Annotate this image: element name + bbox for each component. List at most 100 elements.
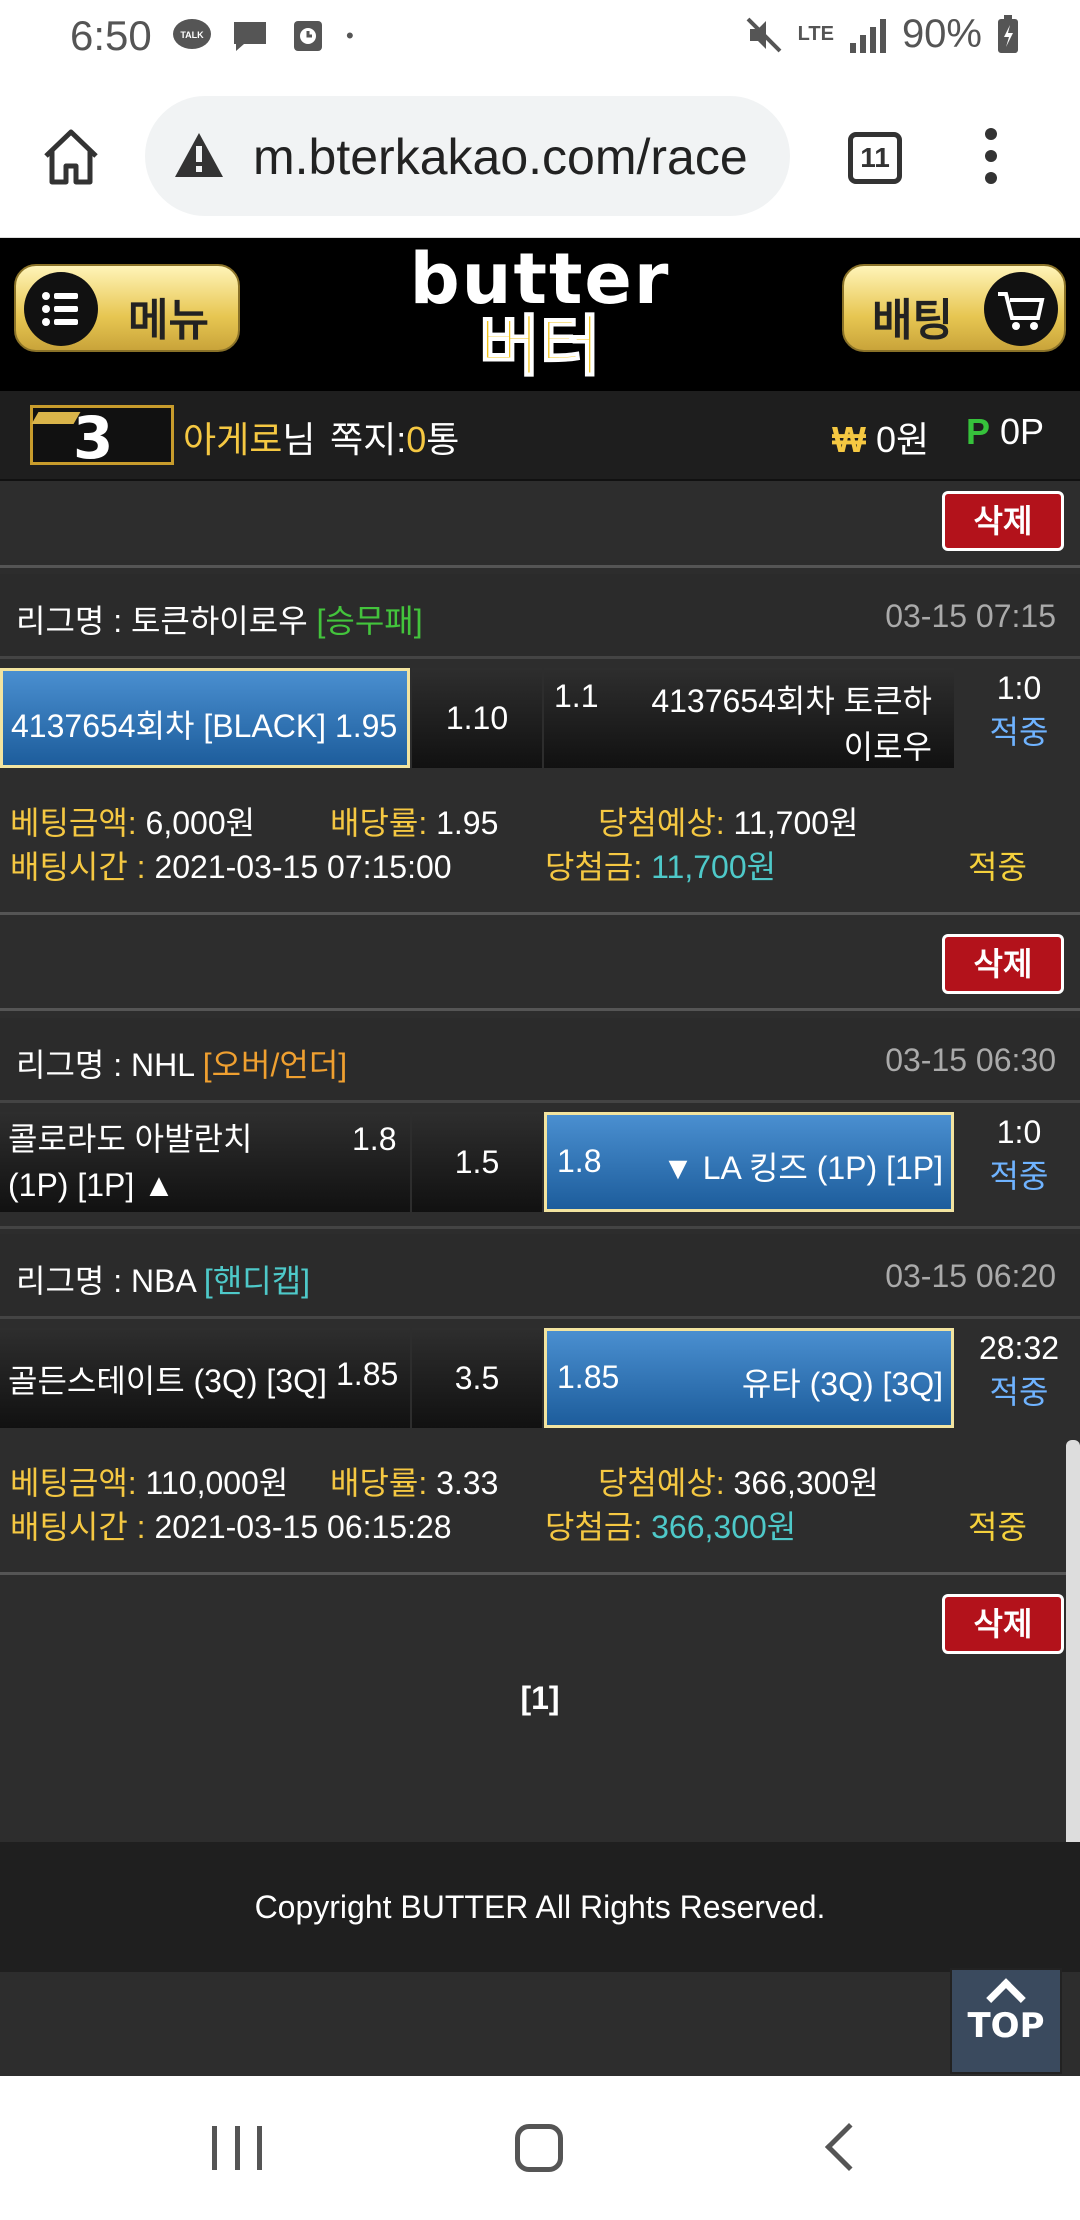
android-nav-bar	[0, 2076, 1080, 2220]
home-odds: 1.85	[336, 1356, 399, 1392]
browser-toolbar: m.bterkakao.com/race 11	[0, 78, 1080, 238]
system-indicators: LTE 90%	[744, 12, 1020, 57]
away-pick: 1.8 ▼ LA 킹즈 (1P) [1P]	[544, 1112, 954, 1212]
talk-icon: TALK	[173, 19, 211, 49]
league-name: 리그명 : NBA	[16, 1263, 196, 1299]
game-row: 4137654회차 [BLACK] 1.95 1.10 1.1 4137654회…	[0, 664, 1080, 772]
bet-type: [승무패]	[316, 603, 423, 639]
level-badge: 3	[30, 404, 174, 472]
status-time: 6:50	[70, 12, 152, 59]
site-logo[interactable]: butter 버터	[405, 244, 675, 383]
expected-value: 11,700원	[733, 805, 859, 841]
signal-icon	[849, 18, 886, 53]
bet-label: 배팅	[872, 296, 953, 345]
bet-summary: 베팅금액: 110,000원 배당률: 3.33 당첨예상: 366,300원 …	[0, 1450, 1080, 1580]
dot-icon: •	[346, 23, 354, 48]
bet-header: 삭제	[0, 483, 1080, 565]
away-pick: 1.1 4137654회차 토큰하이로우	[544, 668, 954, 768]
memo-label: 쪽지:	[330, 419, 407, 460]
bet-status: 적중	[968, 849, 1027, 885]
away-team: ▼ LA 킹즈 (1P) [1P]	[662, 1150, 943, 1186]
more-options-icon[interactable]	[985, 128, 999, 188]
result-status: 적중	[989, 1158, 1049, 1194]
clock-app-icon	[294, 21, 322, 51]
bet-type: [핸디캡]	[203, 1263, 311, 1299]
user-info-bar: 3 아게로님 쪽지:0통 ₩ 0원 P 0P	[0, 391, 1080, 481]
battery-icon	[998, 14, 1018, 53]
talk-icon-text: TALK	[180, 30, 204, 40]
win-label: 당첨금:	[545, 1509, 643, 1545]
money-value: 0원	[876, 419, 930, 460]
league-header: 리그명 : NHL [오버/언더] 03-15 06:30	[0, 1018, 1080, 1100]
money-balance: ₩ 0원	[832, 411, 929, 463]
recent-apps-icon[interactable]	[212, 2126, 262, 2170]
betting-cart-button[interactable]: 배팅	[842, 264, 1066, 352]
delete-button[interactable]: 삭제	[942, 1594, 1064, 1654]
home-team: 콜로라도 아발란치 (1P) [1P] ▲	[8, 1121, 253, 1203]
amount-label: 베팅금액:	[10, 805, 137, 841]
scrollbar[interactable]	[1066, 1440, 1080, 1860]
cart-icon	[984, 272, 1058, 346]
rate-label: 배당률:	[330, 1465, 428, 1501]
handicap-value: 1.5	[412, 1112, 542, 1212]
expected-value: 366,300원	[733, 1465, 879, 1501]
away-odds: 1.8	[557, 1143, 602, 1179]
rate-label: 배당률:	[330, 805, 428, 841]
mute-icon	[746, 17, 782, 52]
home-icon[interactable]	[515, 2124, 563, 2172]
delete-button[interactable]: 삭제	[942, 491, 1064, 551]
result-status: 적중	[989, 714, 1049, 750]
bet-summary: 베팅금액: 6,000원 배당률: 1.95 당첨예상: 11,700원 배팅시…	[0, 790, 1080, 920]
menu-button[interactable]: 메뉴	[14, 264, 240, 352]
pagination-current[interactable]: [1]	[0, 1680, 1080, 1717]
game-datetime: 03-15 06:20	[885, 1258, 1056, 1294]
bet-time-value: 2021-03-15 06:15:28	[154, 1509, 452, 1545]
chat-bubble-icon	[234, 22, 266, 51]
away-odds: 1.85	[557, 1359, 620, 1395]
away-pick: 1.85 유타 (3Q) [3Q]	[544, 1328, 954, 1428]
win-label: 당첨금:	[545, 849, 643, 885]
home-pick: 4137654회차 [BLACK] 1.95	[0, 668, 410, 768]
scroll-top-button[interactable]: TOP	[950, 1968, 1062, 2074]
home-team: 4137654회차 [BLACK] 1.95	[11, 708, 398, 744]
bet-time-label: 배팅시간 :	[10, 849, 146, 885]
bet-time-label: 배팅시간 :	[10, 1509, 146, 1545]
delete-button[interactable]: 삭제	[942, 934, 1064, 994]
username-text: 아게로	[183, 419, 283, 460]
back-icon[interactable]	[824, 2122, 874, 2172]
url-text[interactable]: m.bterkakao.com/race	[253, 128, 748, 186]
game-datetime: 03-15 06:30	[885, 1042, 1056, 1078]
expected-label: 당첨예상:	[598, 805, 725, 841]
url-bar[interactable]: m.bterkakao.com/race	[145, 96, 790, 216]
bet-header: 삭제	[0, 926, 1080, 1008]
league-name: 리그명 : 토큰하이로우	[16, 603, 308, 639]
bet-type: [오버/언더]	[202, 1047, 348, 1083]
menu-label: 메뉴	[128, 296, 209, 345]
battery-percent: 90%	[901, 12, 982, 56]
away-team: 4137654회차 토큰하이로우	[651, 683, 932, 765]
expected-label: 당첨예상:	[598, 1465, 725, 1501]
away-odds: 1.1	[554, 678, 599, 714]
memo-link[interactable]: 쪽지:0통	[330, 411, 459, 463]
handicap-value: 3.5	[412, 1328, 542, 1428]
amount-value: 6,000원	[145, 805, 256, 841]
site-footer: Copyright BUTTER All Rights Reserved.	[0, 1842, 1080, 1972]
game-result: 1:0 적중	[958, 666, 1080, 754]
won-icon: ₩	[832, 419, 866, 460]
browser-home-icon[interactable]	[40, 126, 102, 188]
away-team: 유타 (3Q) [3Q]	[741, 1366, 943, 1402]
warning-icon[interactable]	[173, 130, 225, 180]
list-footer: 삭제	[0, 1586, 1080, 1668]
game-result: 1:0 적중	[958, 1110, 1080, 1198]
game-datetime: 03-15 07:15	[885, 598, 1056, 634]
bet-time-value: 2021-03-15 07:15:00	[154, 849, 452, 885]
bet-status: 적중	[968, 1509, 1027, 1545]
tab-count-button[interactable]: 11	[848, 132, 902, 184]
logo-text-ko: 버터	[478, 309, 601, 383]
win-value: 11,700원	[651, 849, 777, 885]
league-header: 리그명 : NBA [핸디캡] 03-15 06:20	[0, 1234, 1080, 1316]
username-suffix: 님	[282, 419, 316, 460]
rate-value: 3.33	[436, 1465, 499, 1501]
amount-label: 베팅금액:	[10, 1465, 137, 1501]
score: 1:0	[996, 670, 1042, 706]
